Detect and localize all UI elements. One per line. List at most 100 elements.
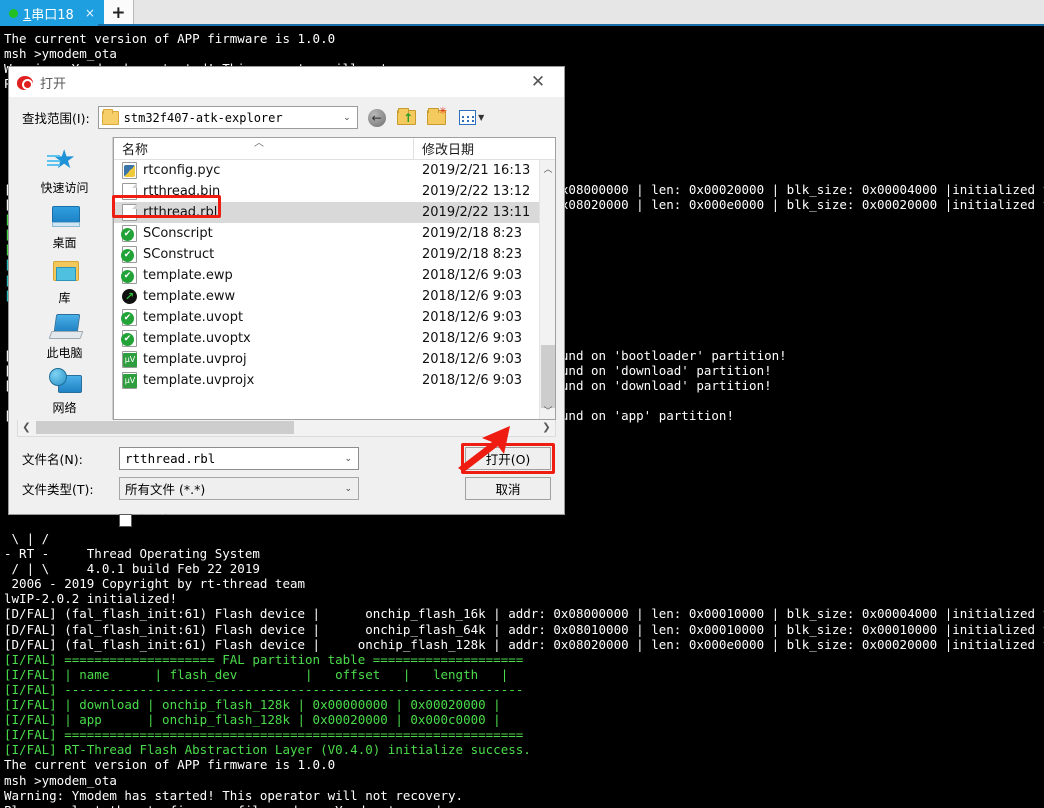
file-name-cell: SConstruct <box>114 246 414 263</box>
terminal-bottom-block: \ | /- RT - Thread Operating System / | … <box>4 531 1044 808</box>
up-folder-icon: ↑ <box>397 110 416 125</box>
tab-serial-port-18[interactable]: 1串口18 × <box>0 0 104 26</box>
place-desktop[interactable]: 桌面 <box>19 202 111 255</box>
keil-project-icon <box>122 372 137 389</box>
chevron-down-icon[interactable]: ⌄ <box>344 448 352 469</box>
new-folder-button[interactable]: ✳ <box>426 107 448 129</box>
library-icon <box>49 257 81 287</box>
file-name-label: rtthread.bin <box>143 184 220 199</box>
look-in-value: stm32f407-atk-explorer <box>124 111 283 125</box>
file-row[interactable]: SConscript2019/2/18 8:23 <box>114 223 539 244</box>
tab-bar: 1串口18 × + <box>0 0 1044 26</box>
file-row[interactable]: rtthread.rbl 2019/2/22 13:11 <box>114 202 539 223</box>
scroll-up-icon[interactable]: ︿ <box>540 160 555 177</box>
checked-file-icon <box>122 246 137 263</box>
sort-ascending-icon: ︿ <box>254 134 264 149</box>
up-one-level-button[interactable]: ↑ <box>396 107 418 129</box>
open-file-dialog: 打开 ✕ 查找范围(I): stm32f407-atk-explorer ⌄ ←… <box>8 66 565 515</box>
filename-label: 文件名(N): <box>22 449 119 468</box>
place-network[interactable]: 网络 <box>19 367 111 420</box>
file-rows: rtconfig.pyc2019/2/21 16:13rtthread.bin2… <box>114 160 539 419</box>
scroll-down-icon[interactable]: ﹀ <box>540 402 555 419</box>
checked-file-icon <box>122 330 137 347</box>
filetype-label: 文件类型(T): <box>22 479 119 498</box>
look-in-combobox[interactable]: stm32f407-atk-explorer ⌄ <box>98 106 358 129</box>
file-row[interactable]: rtconfig.pyc2019/2/21 16:13 <box>114 160 539 181</box>
chevron-down-icon[interactable]: ⌄ <box>344 478 352 499</box>
terminal-line: msh >ymodem_ota <box>4 46 1044 61</box>
cancel-button[interactable]: 取消 <box>465 477 551 500</box>
terminal-line: 2006 - 2019 Copyright by rt-thread team <box>4 576 1044 591</box>
terminal-line: - RT - Thread Operating System <box>4 546 1044 561</box>
place-label: 库 <box>58 289 70 306</box>
file-date-label: 2018/12/6 9:03 <box>414 373 539 388</box>
terminal-line: [I/FAL] ================================… <box>4 727 1044 742</box>
open-button[interactable]: 打开(O) <box>465 447 551 470</box>
terminal-line: The current version of APP firmware is 1… <box>4 757 1044 772</box>
scroll-right-icon[interactable]: ❯ <box>538 420 555 435</box>
filetype-select[interactable]: 所有文件 (*.*) ⌄ <box>119 477 359 500</box>
file-date-label: 2019/2/22 13:11 <box>414 205 539 220</box>
file-name-label: rtthread.rbl <box>143 205 217 220</box>
terminal-line: [I/FAL] ==================== FAL partiti… <box>4 652 1044 667</box>
file-date-label: 2018/12/6 9:03 <box>414 310 539 325</box>
file-date-label: 2018/12/6 9:03 <box>414 289 539 304</box>
place-quick-access[interactable]: 快速访问 <box>19 147 111 200</box>
file-row[interactable]: template.uvopt 2018/12/6 9:03 <box>114 307 539 328</box>
place-library[interactable]: 库 <box>19 257 111 310</box>
file-name-cell: rtthread.rbl <box>114 204 414 221</box>
chevron-down-icon[interactable]: ⌄ <box>343 107 351 128</box>
column-header-name[interactable]: 名称 ︿ <box>114 138 414 159</box>
file-name-cell: rtthread.bin <box>114 183 414 200</box>
scroll-left-icon[interactable]: ❮ <box>18 420 35 435</box>
send-ascii-checkbox[interactable] <box>119 514 132 527</box>
tab-title: 串口18 <box>31 8 74 23</box>
terminal-line: / | \ 4.0.1 build Feb 22 2019 <box>4 561 1044 576</box>
python-file-icon <box>122 162 137 179</box>
folder-icon <box>102 111 119 125</box>
file-name-cell: SConscript <box>114 225 414 242</box>
file-row[interactable]: SConstruct2019/2/18 8:23 <box>114 244 539 265</box>
file-date-label: 2018/12/6 9:03 <box>414 268 539 283</box>
place-label: 桌面 <box>52 234 76 251</box>
file-row[interactable]: template.uvoptx 2018/12/6 9:03 <box>114 328 539 349</box>
file-name-label: template.uvopt <box>143 310 243 325</box>
file-date-label: 2018/12/6 9:03 <box>414 331 539 346</box>
filename-input[interactable]: rtthread.rbl ⌄ <box>119 447 359 470</box>
views-button[interactable]: ▼ <box>456 107 488 129</box>
file-name-cell: template.ewp <box>114 267 414 284</box>
close-icon[interactable]: ✕ <box>518 67 558 97</box>
scrollbar-thumb[interactable] <box>541 345 555 408</box>
terminal-line: lwIP-2.0.2 initialized! <box>4 591 1044 606</box>
file-row[interactable]: rtthread.bin2019/2/22 13:12 <box>114 181 539 202</box>
place-label: 网络 <box>52 399 76 416</box>
views-grid-icon <box>459 110 476 125</box>
place-label: 快速访问 <box>40 179 88 196</box>
file-list-body: rtconfig.pyc2019/2/21 16:13rtthread.bin2… <box>114 160 555 419</box>
file-date-label: 2018/12/6 9:03 <box>414 352 539 367</box>
terminal-line: [I/FAL] | app | onchip_flash_128k | 0x00… <box>4 712 1044 727</box>
file-list-horizontal-scrollbar[interactable]: ❮ ❯ <box>17 420 556 437</box>
look-in-row: 查找范围(I): stm32f407-atk-explorer ⌄ ← ↑ ✳ … <box>9 97 564 137</box>
new-tab-button[interactable]: + <box>104 0 134 26</box>
file-list-vertical-scrollbar[interactable]: ︿ ﹀ <box>539 160 555 419</box>
back-button[interactable]: ← <box>366 107 388 129</box>
file-name-cell: template.uvoptx <box>114 330 414 347</box>
scrollbar-thumb[interactable] <box>36 421 294 434</box>
place-this-pc[interactable]: 此电脑 <box>19 312 111 365</box>
column-header-date[interactable]: 修改日期 <box>414 138 555 159</box>
dialog-title-bar: 打开 ✕ <box>9 67 564 97</box>
checked-file-icon <box>122 267 137 284</box>
terminal-line: Warning: Ymodem has started! This operat… <box>4 788 1044 803</box>
new-folder-icon: ✳ <box>427 110 446 125</box>
close-icon[interactable]: × <box>83 7 97 19</box>
send-ascii-label: 发送文件到ASCII <box>136 512 227 529</box>
file-row[interactable]: template.uvprojx2018/12/6 9:03 <box>114 370 539 391</box>
file-name-label: template.uvoptx <box>143 331 251 346</box>
column-header-date-label: 修改日期 <box>422 139 474 158</box>
network-icon <box>49 367 81 397</box>
file-row[interactable]: template.ewp2018/12/6 9:03 <box>114 265 539 286</box>
file-row[interactable]: template.eww2018/12/6 9:03 <box>114 286 539 307</box>
ascii-checkbox-row[interactable]: 发送文件到ASCII <box>119 512 556 529</box>
file-row[interactable]: template.uvproj2018/12/6 9:03 <box>114 349 539 370</box>
